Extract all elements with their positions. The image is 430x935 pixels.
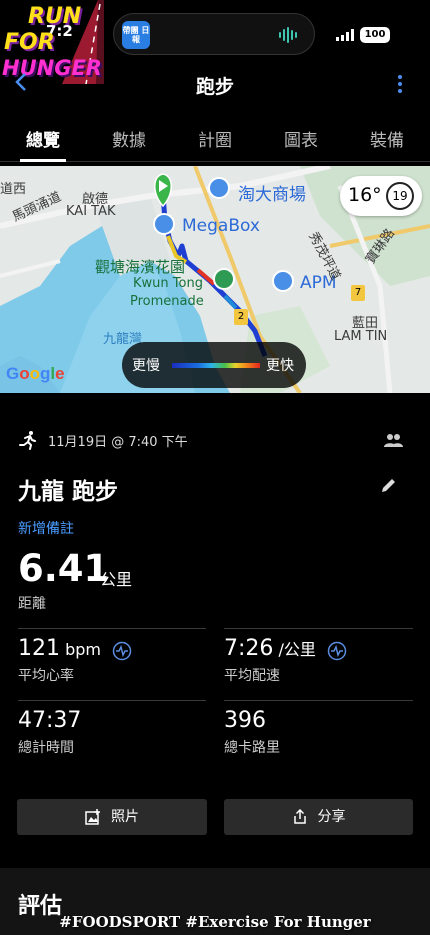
divider <box>224 700 413 701</box>
heart-rate-label: 平均心率 <box>18 668 74 684</box>
logo-for: FOR <box>4 30 55 55</box>
apm-poi-icon[interactable] <box>272 270 294 292</box>
heart-rate-stat: 121 bpm 平均心率 <box>18 636 132 685</box>
divider <box>18 628 206 629</box>
activity-title: 九龍 跑步 <box>18 479 119 505</box>
running-icon <box>19 431 36 450</box>
legend-gradient <box>172 363 260 368</box>
pace-label: 平均配速 <box>224 668 280 684</box>
tab-charts[interactable]: 圖表 <box>258 112 344 161</box>
pace-legend: 更慢 更快 <box>122 342 306 388</box>
pace-pulse-icon[interactable] <box>327 641 347 661</box>
island-app-icon[interactable]: 帶團 日報 <box>122 21 150 49</box>
tab-bar: 總覽 數據 計圈 圖表 裝備 <box>0 112 430 162</box>
tab-stats[interactable]: 數據 <box>86 112 172 161</box>
megabox-poi-icon[interactable] <box>153 213 175 235</box>
pulse-icon[interactable] <box>112 641 132 661</box>
distance-label: 距離 <box>18 596 46 612</box>
tab-gear[interactable]: 裝備 <box>344 112 430 161</box>
weather-condition-icon: 19 <box>386 182 414 210</box>
add-note-link[interactable]: 新增備註 <box>18 518 74 538</box>
legend-fast: 更快 <box>266 358 294 374</box>
route-map[interactable]: 道西 馬頭涌道 啟德 KAI TAK 淘大商場 MegaBox 觀塘海濱花園 K… <box>0 166 430 393</box>
shopping-poi-icon[interactable] <box>208 177 230 199</box>
distance-unit: 公里 <box>100 570 133 589</box>
share-button[interactable]: 分享 <box>224 799 413 835</box>
legend-slow: 更慢 <box>132 358 160 374</box>
heart-rate-unit: bpm <box>65 640 101 659</box>
pace-unit: /公里 <box>278 640 316 659</box>
time-stat: 47:37 總計時間 <box>18 708 81 757</box>
photo-button[interactable]: 照片 <box>17 799 207 835</box>
calories-stat: 396 總卡路里 <box>224 708 280 757</box>
map-label-daoxi: 道西 <box>0 182 27 197</box>
map-label-taoda: 淘大商場 <box>238 185 306 205</box>
tab-overview[interactable]: 總覽 <box>0 112 86 162</box>
total-time-value: 47:37 <box>18 708 82 733</box>
map-label-garden-en2: Promenade <box>130 294 204 309</box>
activity-date: 11月19日 @ 7:40 下午 <box>48 435 188 450</box>
photo-button-label: 照片 <box>111 809 139 825</box>
more-options-icon[interactable] <box>392 72 408 96</box>
hashtag-caption: #FOODSPORT #Exercise For Hunger <box>59 913 371 931</box>
tab-laps[interactable]: 計圈 <box>172 112 258 161</box>
map-label-lantian-en: LAM TIN <box>334 329 388 344</box>
park-poi-icon[interactable] <box>213 268 235 290</box>
people-icon[interactable] <box>383 432 403 448</box>
total-time-label: 總計時間 <box>18 740 74 756</box>
dynamic-island[interactable]: 帶團 日報 <box>113 13 315 55</box>
heart-rate-value: 121 <box>18 636 60 661</box>
activity-header: 11月19日 @ 7:40 下午 <box>18 430 413 450</box>
distance-value: 6.41 <box>18 547 110 590</box>
share-icon <box>293 808 306 824</box>
logo-run: RUN <box>28 4 82 29</box>
map-label-garden-en1: Kwun Tong <box>133 276 203 291</box>
weather-chip[interactable]: 16° 19 <box>340 176 422 216</box>
calories-label: 總卡路里 <box>224 740 280 756</box>
pace-value: 7:26 <box>224 636 274 661</box>
audio-wave-icon <box>279 27 297 43</box>
route-shield-7: 7 <box>351 285 365 301</box>
share-button-label: 分享 <box>317 809 346 825</box>
page-title: 跑步 <box>195 76 234 98</box>
map-label-megabox: MegaBox <box>182 216 260 236</box>
map-label-garden-cn: 觀塘海濱花園 <box>95 258 186 276</box>
signal-icon <box>336 29 354 41</box>
edit-pencil-icon[interactable] <box>380 476 398 494</box>
divider <box>18 700 206 701</box>
google-attribution: Google <box>6 364 65 383</box>
add-photo-icon <box>85 809 100 825</box>
calories-value: 396 <box>224 708 266 733</box>
route-shield-2: 2 <box>234 309 248 325</box>
battery-indicator: 100 <box>360 27 390 43</box>
map-label-qide-en: KAI TAK <box>66 204 116 219</box>
pace-stat: 7:26 /公里 平均配速 <box>224 636 347 685</box>
weather-temp: 16° <box>348 184 382 206</box>
google-g: G <box>6 364 20 383</box>
divider <box>224 628 413 629</box>
